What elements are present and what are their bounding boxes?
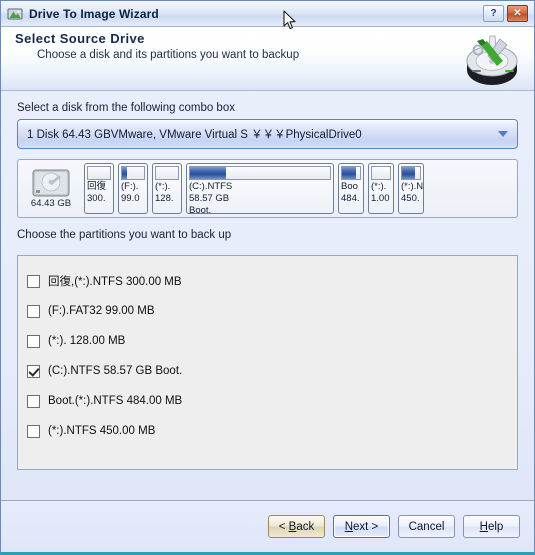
partition-usage-fill: [402, 167, 415, 179]
list-item[interactable]: Boot.(*:).NTFS 484.00 MB: [27, 386, 517, 416]
list-item-label: (*:). 128.00 MB: [48, 335, 126, 347]
cancel-button[interactable]: Cancel: [398, 515, 455, 538]
list-item[interactable]: (*:). 128.00 MB: [27, 326, 517, 356]
disk-capacity-label: 64.43 GB: [30, 197, 72, 209]
partition-label-line2: 300.: [87, 193, 106, 204]
disk-select-label: Select a disk from the following combo b…: [17, 102, 235, 114]
partition-label-line2: 1.00: [371, 193, 390, 204]
partition-label-line3: Boot.: [189, 205, 212, 214]
partition-list[interactable]: 回復,(*:).NTFS 300.00 MB (F:).FAT32 99.00 M…: [17, 255, 518, 470]
partition-box[interactable]: (C:).NTFS 58.57 GB Boot.: [186, 163, 334, 214]
checkbox-icon[interactable]: [27, 334, 40, 348]
title-bar-buttons: ? ✕: [483, 5, 531, 22]
partition-label-line1: (*:).: [371, 181, 387, 192]
partition-label-line1: (F:).: [121, 181, 139, 192]
hard-disk-icon: [32, 169, 70, 197]
partition-label-line2: 128.: [155, 193, 174, 204]
partition-label-line1: (*:).: [155, 181, 171, 192]
partition-usage-fill: [342, 167, 357, 179]
partition-label-line1: (*:).N: [401, 181, 424, 192]
partition-box[interactable]: (F:). 99.0: [118, 163, 148, 214]
wizard-header: Select Source Drive Choose a disk and it…: [1, 27, 534, 91]
wizard-body: Select a disk from the following combo b…: [1, 91, 534, 500]
disk-partition-map: 64.43 GB 回復 300. (F:). 99.0 (*:). 128. (C:).NT…: [17, 159, 518, 218]
checkbox-icon[interactable]: [27, 424, 40, 438]
partition-usage-bar: [189, 166, 331, 180]
partition-box[interactable]: (*:). 1.00: [368, 163, 394, 214]
list-item-label: (C:).NTFS 58.57 GB Boot.: [48, 365, 183, 377]
partition-usage-bar: [401, 166, 421, 180]
partition-label-line2: 450.: [401, 193, 420, 204]
checkbox-icon[interactable]: [27, 304, 40, 318]
partition-box[interactable]: 回復 300.: [84, 163, 114, 214]
partition-box[interactable]: Boo 484.: [338, 163, 364, 214]
hard-drive-with-tools-icon: [460, 30, 524, 87]
list-item-label: (F:).FAT32 99.00 MB: [48, 305, 155, 317]
partition-usage-fill: [190, 167, 227, 179]
partition-usage-bar: [121, 166, 145, 180]
list-item-label: 回復,(*:).NTFS 300.00 MB: [48, 276, 182, 288]
partition-label-line1: (C:).NTFS: [189, 181, 233, 192]
partition-label-line1: Boo: [341, 181, 358, 192]
close-icon[interactable]: ✕: [507, 5, 528, 22]
disk-summary: 64.43 GB: [22, 169, 80, 209]
next-button[interactable]: Next >: [333, 515, 390, 538]
partition-label-line1: 回復: [87, 181, 107, 192]
partition-usage-bar: [87, 166, 111, 180]
chevron-down-icon[interactable]: [498, 131, 508, 137]
help-button[interactable]: Help: [463, 515, 520, 538]
partition-boxes: 回復 300. (F:). 99.0 (*:). 128. (C:).NTFS 58.57 G…: [84, 163, 424, 214]
partition-list-label: Choose the partitions you want to back u…: [17, 229, 232, 241]
list-item[interactable]: (C:).NTFS 58.57 GB Boot.: [27, 356, 517, 386]
back-button[interactable]: < Back: [268, 515, 325, 538]
disk-select-value: 1 Disk 64.43 GBVMware, VMware Virtual S …: [27, 129, 362, 141]
partition-usage-bar: [371, 166, 391, 180]
title-bar: Drive To Image Wizard ? ✕: [1, 1, 534, 27]
partition-label-line2: 58.57 GB: [189, 193, 230, 204]
disk-select-combobox[interactable]: 1 Disk 64.43 GBVMware, VMware Virtual S …: [17, 119, 518, 149]
drive-image-wizard-icon: [7, 6, 23, 22]
partition-usage-fill: [122, 167, 127, 179]
list-item[interactable]: (*:).NTFS 450.00 MB: [27, 416, 517, 446]
checkbox-icon[interactable]: [27, 394, 40, 408]
page-title: Select Source Drive: [15, 31, 145, 46]
list-item[interactable]: 回復,(*:).NTFS 300.00 MB: [27, 266, 517, 296]
window-title: Drive To Image Wizard: [29, 6, 159, 21]
list-item-label: (*:).NTFS 450.00 MB: [48, 425, 156, 437]
partition-label-line2: 99.0: [121, 193, 140, 204]
partition-box[interactable]: (*:). 128.: [152, 163, 182, 214]
wizard-footer: < Back Next > Cancel Help: [1, 500, 534, 552]
partition-box[interactable]: (*:).N 450.: [398, 163, 424, 214]
help-titlebar-button[interactable]: ?: [483, 5, 504, 22]
checkbox-icon[interactable]: [27, 274, 40, 288]
partition-usage-bar: [341, 166, 361, 180]
partition-label-line2: 484.: [341, 193, 360, 204]
list-item-label: Boot.(*:).NTFS 484.00 MB: [48, 395, 183, 407]
list-item[interactable]: (F:).FAT32 99.00 MB: [27, 296, 517, 326]
partition-usage-bar: [155, 166, 179, 180]
wizard-window: Drive To Image Wizard ? ✕ Select Source …: [0, 0, 535, 555]
checkbox-checked-icon[interactable]: [27, 364, 40, 378]
